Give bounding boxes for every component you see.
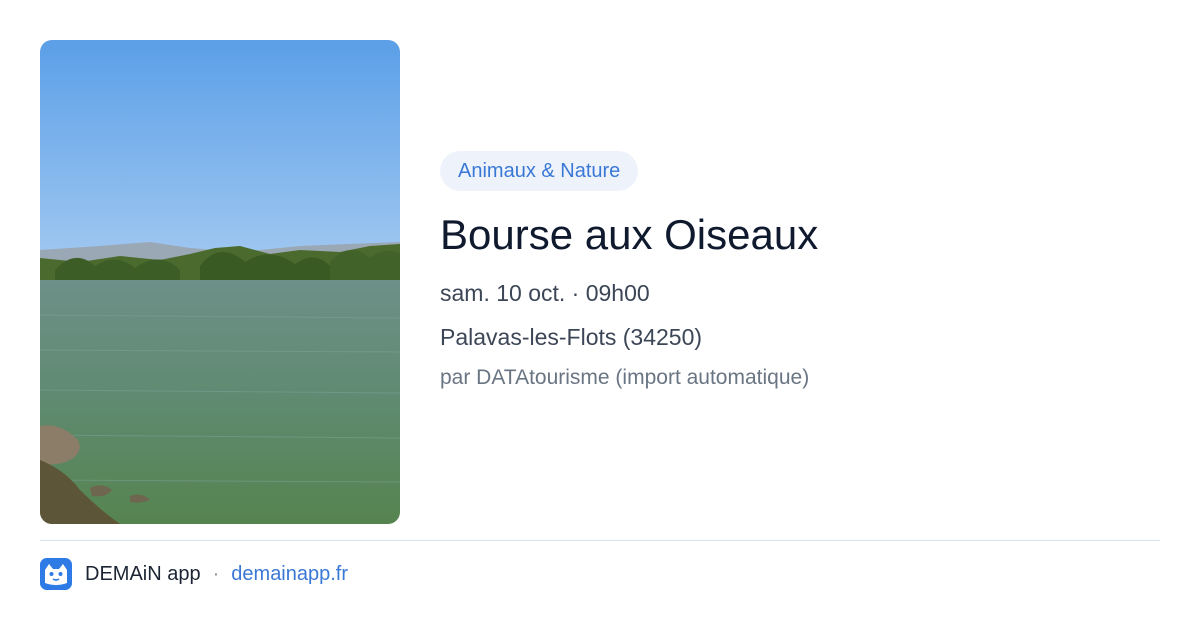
brand-name: DEMAiN app — [85, 562, 201, 585]
event-author: par DATAtourisme (import automatique) — [440, 366, 810, 389]
event-location: Palavas-les-Flots (34250) — [440, 324, 703, 350]
category-badge[interactable]: Animaux & Nature — [440, 151, 639, 191]
footer: DEMAiN app · demainapp.fr — [40, 558, 348, 590]
lagoon-landscape-image — [40, 40, 400, 524]
footer-divider — [40, 540, 1160, 541]
event-info: Animaux & Nature Bourse aux Oiseaux sam.… — [440, 151, 1160, 391]
footer-separator: · — [212, 562, 220, 585]
demain-app-logo-icon[interactable] — [40, 558, 72, 590]
event-datetime: sam. 10 oct. · 09h00 — [440, 280, 650, 306]
event-photo — [40, 40, 400, 524]
site-link[interactable]: demainapp.fr — [231, 563, 348, 586]
event-title: Bourse aux Oiseaux — [440, 211, 819, 258]
